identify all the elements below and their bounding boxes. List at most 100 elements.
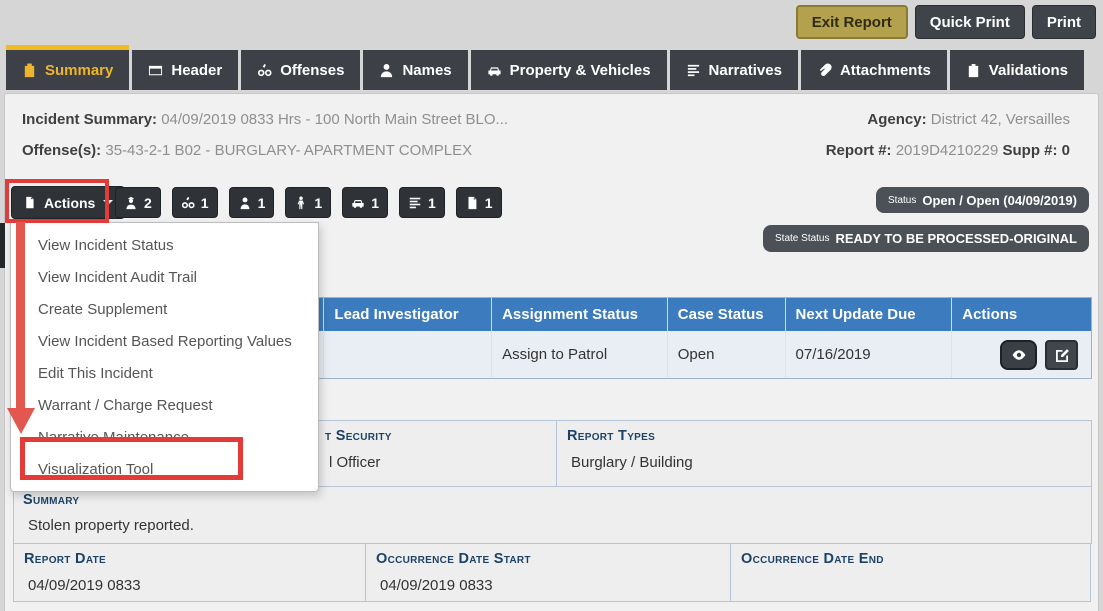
edit-icon	[1054, 347, 1070, 363]
paperclip-icon	[817, 63, 832, 78]
tab-names[interactable]: Names	[363, 50, 467, 90]
summary-panel: Incident Summary: 04/09/2019 0833 Hrs - …	[4, 93, 1099, 611]
tab-attachments[interactable]: Attachments	[801, 50, 947, 90]
report-number-line: Report #: 2019D4210229 Supp #: 0	[826, 142, 1070, 159]
tab-label: Offenses	[280, 62, 344, 79]
column-header-actions: Actions	[951, 298, 1091, 331]
standing-person-icon	[294, 196, 308, 210]
print-button[interactable]: Print	[1032, 5, 1096, 39]
state-status-badge-label: State Status	[775, 233, 829, 244]
occurrence-date-start-label: Occurrence Date Start	[376, 551, 730, 567]
summary-value: Stolen property reported.	[23, 517, 1091, 534]
window-icon	[148, 63, 163, 78]
supp-number-label: Supp #:	[1002, 142, 1057, 159]
officer-icon	[124, 196, 138, 210]
tab-label: Property & Vehicles	[510, 62, 651, 79]
narratives-count-button[interactable]: 1	[399, 187, 445, 218]
report-date-field: Report Date 04/09/2019 0833	[13, 543, 366, 602]
tab-label: Summary	[45, 62, 113, 79]
agency-line: Agency: District 42, Versailles	[867, 111, 1070, 128]
dates-section: Report Date 04/09/2019 0833 Occurrence D…	[13, 543, 1091, 602]
count-value: 1	[258, 195, 266, 211]
tab-header[interactable]: Header	[132, 50, 238, 90]
count-value: 1	[485, 195, 493, 211]
tab-label: Narratives	[709, 62, 782, 79]
clipboard-icon	[22, 63, 37, 78]
column-header-assignment-status: Assignment Status	[491, 298, 667, 331]
status-badge-value: Open / Open (04/09/2019)	[922, 193, 1077, 208]
menu-item-narrative-maintenance[interactable]: Narrative Maintenance	[11, 422, 318, 454]
report-date-value: 04/09/2019 0833	[24, 577, 365, 594]
text-lines-icon	[686, 63, 701, 78]
subjects-count-button[interactable]: 1	[285, 187, 331, 218]
chevron-down-icon	[103, 200, 113, 205]
eye-icon	[1011, 347, 1027, 363]
menu-item-warrant-charge-request[interactable]: Warrant / Charge Request	[11, 390, 318, 422]
report-types-field: Report Types Burglary / Building	[557, 421, 1091, 486]
offenses-label: Offense(s):	[22, 142, 101, 159]
menu-item-view-incident-audit-trail[interactable]: View Incident Audit Trail	[11, 262, 318, 294]
officers-count-button[interactable]: 2	[115, 187, 161, 218]
persons-count-button[interactable]: 1	[229, 187, 275, 218]
supp-number-value: 0	[1057, 142, 1070, 159]
top-toolbar: Exit Report Quick Print Print	[0, 0, 1103, 45]
incident-security-value: l Officer	[325, 454, 556, 471]
offenses-line: Offense(s): 35-43-2-1 B02 - BURGLARY- AP…	[22, 142, 472, 159]
count-value: 1	[371, 195, 379, 211]
tab-label: Validations	[989, 62, 1068, 79]
menu-item-edit-this-incident[interactable]: Edit This Incident	[11, 358, 318, 390]
occurrence-date-start-value: 04/09/2019 0833	[376, 577, 730, 594]
summary-section: Summary Stolen property reported.	[13, 486, 1092, 544]
summary-label: Summary	[23, 492, 1091, 508]
tab-offenses[interactable]: Offenses	[241, 50, 360, 90]
agency-label: Agency:	[867, 111, 926, 128]
person-icon	[379, 63, 394, 78]
occurrence-date-start-field: Occurrence Date Start 04/09/2019 0833	[365, 543, 731, 602]
partially-hidden-element	[0, 223, 5, 268]
handcuffs-icon	[181, 196, 195, 210]
column-header-case-status: Case Status	[667, 298, 785, 331]
tab-property-vehicles[interactable]: Property & Vehicles	[471, 50, 667, 90]
tab-summary[interactable]: Summary	[6, 45, 129, 90]
view-row-button[interactable]	[1000, 340, 1037, 370]
document-icon	[465, 196, 479, 210]
offenses-count-button[interactable]: 1	[172, 187, 218, 218]
cell-actions	[951, 331, 1091, 378]
agency-value: District 42, Versailles	[927, 111, 1070, 128]
incident-summary-value: 04/09/2019 0833 Hrs - 100 North Main Str…	[157, 111, 508, 128]
status-badge: Status Open / Open (04/09/2019)	[876, 187, 1089, 213]
exit-report-button[interactable]: Exit Report	[796, 5, 908, 39]
tab-validations[interactable]: Validations	[950, 50, 1084, 90]
menu-item-visualization-tool[interactable]: Visualization Tool	[11, 454, 318, 486]
actions-dropdown-button[interactable]: Actions	[11, 186, 125, 219]
clipboard-check-icon	[966, 63, 981, 78]
report-types-label: Report Types	[567, 428, 1091, 444]
tab-label: Attachments	[840, 62, 931, 79]
quick-print-button[interactable]: Quick Print	[915, 5, 1025, 39]
incident-security-label: t Security	[325, 428, 556, 444]
documents-count-button[interactable]: 1	[456, 187, 502, 218]
tab-narratives[interactable]: Narratives	[670, 50, 798, 90]
menu-item-view-incident-status[interactable]: View Incident Status	[11, 230, 318, 262]
count-value: 1	[201, 195, 209, 211]
state-status-badge: State Status READY TO BE PROCESSED-ORIGI…	[763, 225, 1089, 252]
status-badge-label: Status	[888, 195, 916, 206]
report-tabs: Summary Header Offenses Names Property &…	[6, 50, 1084, 90]
count-value: 2	[144, 195, 152, 211]
column-header-next-update-due: Next Update Due	[785, 298, 952, 331]
edit-row-button[interactable]	[1045, 340, 1078, 370]
menu-item-create-supplement[interactable]: Create Supplement	[11, 294, 318, 326]
vehicle-icon	[487, 63, 502, 78]
tab-label: Names	[402, 62, 451, 79]
offenses-value: 35-43-2-1 B02 - BURGLARY- APARTMENT COMP…	[101, 142, 472, 159]
file-icon	[23, 196, 36, 209]
count-value: 1	[314, 195, 322, 211]
property-count-button[interactable]: 1	[342, 187, 388, 218]
menu-item-view-ibr-values[interactable]: View Incident Based Reporting Values	[11, 326, 318, 358]
column-header-lead-investigator: Lead Investigator	[323, 298, 491, 331]
actions-button-label: Actions	[44, 195, 95, 211]
report-number-label: Report #:	[826, 142, 892, 159]
report-types-value: Burglary / Building	[567, 454, 1091, 471]
text-lines-icon	[408, 196, 422, 210]
vehicle-icon	[351, 196, 365, 210]
